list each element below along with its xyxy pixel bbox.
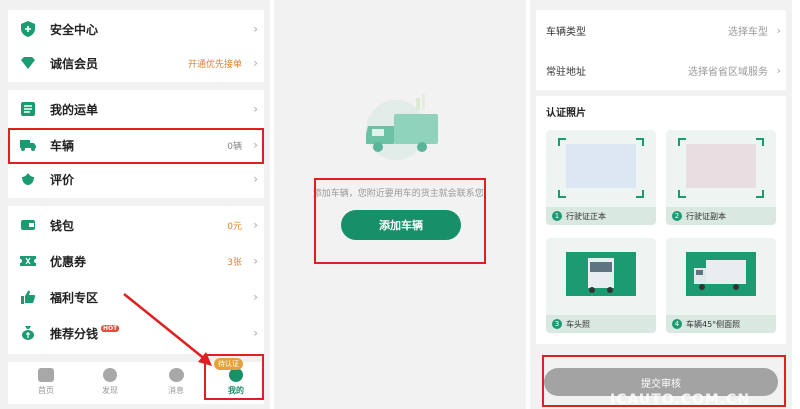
section-title: 认证照片 bbox=[546, 108, 586, 119]
list-icon bbox=[18, 99, 38, 119]
frame-corner bbox=[636, 138, 644, 146]
menu-item-credit-member[interactable]: 诚信会员 开通优先接单 › bbox=[8, 46, 264, 80]
menu-item-my-orders[interactable]: 我的运单 › bbox=[8, 92, 264, 126]
thumb-up-icon bbox=[18, 287, 38, 307]
field-value: 选择省省区域服务 bbox=[688, 66, 768, 78]
highlight-add-vehicle bbox=[314, 178, 486, 264]
photo-caption: 2 行驶证副本 bbox=[666, 207, 776, 225]
photo-upload-license-back[interactable]: 2 行驶证副本 bbox=[666, 130, 776, 225]
highlight-vehicles bbox=[8, 128, 264, 164]
chevron-right-icon: › bbox=[253, 172, 258, 186]
license-back-image bbox=[686, 144, 756, 188]
menu-item-value: 3张 bbox=[227, 257, 242, 268]
money-bag-icon bbox=[18, 323, 38, 343]
chevron-right-icon: › bbox=[253, 254, 258, 268]
menu-item-value: 开通优先接单 bbox=[187, 59, 242, 70]
menu-item-label: 诚信会员 bbox=[50, 56, 99, 71]
menu-item-label: 推荐分钱 HOT bbox=[50, 324, 120, 341]
diamond-icon bbox=[18, 53, 38, 73]
frame-corner bbox=[558, 190, 566, 198]
field-label: 车辆类型 bbox=[546, 26, 586, 38]
field-label: 常驻地址 bbox=[546, 66, 586, 78]
frame-corner bbox=[678, 138, 686, 146]
chevron-right-icon: › bbox=[253, 290, 258, 304]
menu-item-label: 优惠券 bbox=[50, 254, 87, 269]
menu-item-ratings[interactable]: 评价 › bbox=[8, 162, 264, 196]
tab-home[interactable]: 首页 bbox=[26, 368, 66, 396]
my-page-panel: 安全中心 › 诚信会员 开通优先接单 › 我的运单 › 车辆 0辆 › 评价 ›… bbox=[0, 0, 270, 409]
frame-corner bbox=[636, 190, 644, 198]
chevron-right-icon: › bbox=[253, 22, 258, 36]
license-front-image bbox=[566, 144, 636, 188]
step-number: 2 bbox=[672, 211, 682, 221]
menu-item-coupons[interactable]: 优惠券 3张 › bbox=[8, 244, 264, 278]
chevron-right-icon: › bbox=[776, 23, 781, 37]
chevron-right-icon: › bbox=[253, 102, 258, 116]
frame-corner bbox=[756, 138, 764, 146]
rating-icon bbox=[18, 169, 38, 189]
certification-photos-section: 认证照片 1 行驶证正本 2 行驶证副本 3 车头照 4 车辆45°侧面照 bbox=[536, 96, 786, 344]
truck-side-image bbox=[686, 252, 756, 296]
field-value: 选择车型 bbox=[728, 26, 768, 38]
menu-group-account: 安全中心 › 诚信会员 开通优先接单 › bbox=[8, 10, 264, 82]
frame-corner bbox=[558, 138, 566, 146]
photo-upload-truck-side[interactable]: 4 车辆45°侧面照 bbox=[666, 238, 776, 333]
chevron-right-icon: › bbox=[253, 218, 258, 232]
hot-badge: HOT bbox=[101, 324, 120, 332]
menu-item-label: 我的运单 bbox=[50, 102, 99, 117]
red-arrow bbox=[123, 293, 212, 366]
step-number: 1 bbox=[552, 211, 562, 221]
vehicles-empty-panel: 添加车辆，您附近要用车的货主就会联系您! 添加车辆 bbox=[274, 0, 526, 409]
chat-icon bbox=[168, 368, 184, 382]
menu-item-label: 安全中心 bbox=[50, 22, 99, 37]
menu-item-wallet[interactable]: 钱包 0元 › bbox=[8, 208, 264, 242]
menu-item-label: 钱包 bbox=[50, 218, 75, 233]
tab-label: 首页 bbox=[38, 386, 54, 395]
menu-item-label: 福利专区 bbox=[50, 290, 99, 305]
tab-label: 发现 bbox=[102, 386, 118, 395]
tab-messages[interactable]: 消息 bbox=[156, 368, 196, 396]
chevron-right-icon: › bbox=[253, 326, 258, 340]
address-field[interactable]: 常驻地址 选择省省区域服务 › bbox=[536, 50, 786, 90]
menu-item-value: 0元 bbox=[227, 221, 242, 232]
frame-corner bbox=[756, 190, 764, 198]
shield-icon bbox=[18, 19, 38, 39]
photo-upload-license-front[interactable]: 1 行驶证正本 bbox=[546, 130, 656, 225]
panel-divider bbox=[270, 0, 274, 409]
watermark: ICAUTO.COM.CN bbox=[610, 392, 751, 408]
panel-divider bbox=[792, 0, 800, 409]
home-icon bbox=[38, 368, 54, 382]
menu-item-label: 评价 bbox=[50, 172, 75, 187]
chevron-right-icon: › bbox=[776, 63, 781, 77]
panel-divider bbox=[526, 0, 530, 409]
step-number: 4 bbox=[672, 319, 682, 329]
chevron-right-icon: › bbox=[253, 56, 258, 70]
tab-discover[interactable]: 发现 bbox=[90, 368, 130, 396]
photo-caption: 1 行驶证正本 bbox=[546, 207, 656, 225]
coupon-icon bbox=[18, 251, 38, 271]
truck-illustration-icon bbox=[366, 94, 438, 160]
wallet-icon bbox=[18, 215, 38, 235]
menu-item-security-center[interactable]: 安全中心 › bbox=[8, 12, 264, 46]
vehicle-type-field[interactable]: 车辆类型 选择车型 › bbox=[536, 10, 786, 50]
tab-label: 消息 bbox=[168, 386, 184, 395]
frame-corner bbox=[678, 190, 686, 198]
vehicle-form-panel: 车辆类型 选择车型 › 常驻地址 选择省省区域服务 › 认证照片 1 行驶证正本 … bbox=[530, 0, 792, 409]
step-number: 3 bbox=[552, 319, 562, 329]
photo-caption: 3 车头照 bbox=[546, 315, 656, 333]
photo-upload-truck-front[interactable]: 3 车头照 bbox=[546, 238, 656, 333]
truck-front-image bbox=[566, 252, 636, 296]
photo-caption: 4 车辆45°侧面照 bbox=[666, 315, 776, 333]
compass-icon bbox=[103, 368, 117, 382]
